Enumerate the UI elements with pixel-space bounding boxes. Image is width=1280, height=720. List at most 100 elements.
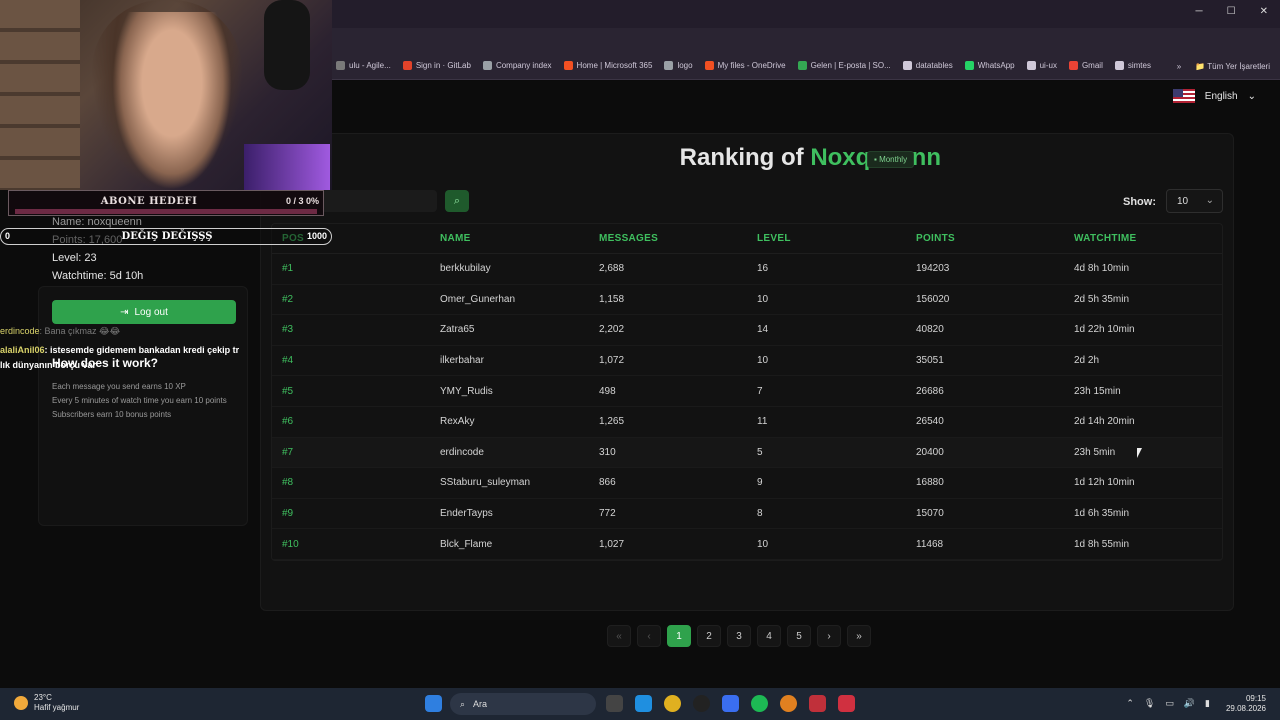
chrome-dev-icon[interactable] [780,695,797,712]
col-watchtime[interactable]: WATCHTIME [1074,233,1234,244]
cell-watchtime: 1d 22h 10min [1074,324,1135,336]
search-button[interactable]: ⌕ [445,190,469,212]
cell-pos: #3 [282,324,294,336]
cell-messages: 866 [599,477,616,489]
cell-points: 15070 [916,508,944,520]
cell-name[interactable]: RexAky [440,416,599,427]
vscode-icon[interactable] [722,695,739,712]
bookmark-item[interactable]: My files - OneDrive [704,61,786,70]
cell-name[interactable]: berkkubilay [440,263,599,274]
mic-icon[interactable]: 🎙 [1144,698,1155,709]
next-page-button[interactable]: › [817,625,841,647]
col-points[interactable]: POINTS [916,233,1074,244]
start-icon[interactable] [425,695,442,712]
battery-icon[interactable]: ▮ [1205,698,1210,709]
page-button-1[interactable]: 1 [667,625,691,647]
minimize-button[interactable]: ─ [1196,6,1203,17]
prev-page-button[interactable]: ‹ [637,625,661,647]
table-row: #3 Zatra65 2,202 14 40820 1d 22h 10min [272,315,1222,346]
period-badge: ▪ Monthly [867,151,915,168]
cell-name[interactable]: ilkerbahar [440,355,599,366]
page-size-select[interactable]: 10 ⌄ [1166,189,1223,213]
cell-name[interactable]: Omer_Gunerhan [440,294,599,305]
bookmark-item[interactable]: Sign in · GitLab [402,61,471,70]
page-button-3[interactable]: 3 [727,625,751,647]
weather-desc: Hafif yağmur [34,703,80,712]
taskbar-search[interactable]: ⌕ Ara [450,693,596,715]
taskbar-apps [425,695,442,712]
page-button-5[interactable]: 5 [787,625,811,647]
page-button-2[interactable]: 2 [697,625,721,647]
more-bookmarks-button[interactable]: » [1177,62,1181,71]
table-row: #2 Omer_Gunerhan 1,158 10 156020 2d 5h 35min [272,285,1222,316]
cell-messages: 772 [599,508,616,520]
page-button-4[interactable]: 4 [757,625,781,647]
cell-name[interactable]: Zatra65 [440,324,599,335]
ranking-table: POS NAME MESSAGES LEVEL POINTS WATCHTIME… [271,223,1223,561]
bookmark-label: simtes [1127,61,1151,70]
first-page-button[interactable]: « [607,625,631,647]
logout-button[interactable]: ⇥ Log out [52,300,236,324]
page-title: Ranking of Noxqueenn [261,144,941,172]
cell-points: 40820 [916,324,944,336]
bookmark-icon [664,61,674,70]
bookmark-item[interactable]: ui-ux [1026,61,1057,70]
clock[interactable]: 09:15 29.08.2026 [1226,694,1266,714]
bookmark-label: Sign in · GitLab [415,61,471,70]
bookmark-item[interactable]: Company index [482,61,552,70]
search-input[interactable] [321,190,437,212]
col-level[interactable]: LEVEL [757,233,916,244]
bookmark-label: ui-ux [1039,61,1057,70]
table-body: #1 berkkubilay 2,688 16 194203 4d 8h 10min #2 O… [272,254,1222,560]
table-row: #1 berkkubilay 2,688 16 194203 4d 8h 10min [272,254,1222,285]
bookmark-item[interactable]: logo [664,61,693,70]
clock-date: 29.08.2026 [1225,704,1266,713]
bookmark-icon [902,61,912,70]
bookmark-item[interactable]: Home | Microsoft 365 [563,61,652,70]
all-bookmarks[interactable]: 📁 Tüm Yer İşaretleri [1195,62,1270,71]
weather-widget[interactable]: 23°C Hafif yağmur [14,693,79,713]
bookmark-item[interactable]: datatables [902,61,953,70]
cell-pos: #6 [282,416,294,428]
cell-watchtime: 1d 8h 55min [1074,538,1130,550]
bookmark-icon [797,61,807,70]
cell-name[interactable]: EnderTayps [440,508,599,519]
col-messages[interactable]: MESSAGES [599,233,757,244]
chevron-up-icon[interactable]: ⌃ [1126,698,1134,709]
task-view-icon[interactable] [606,695,623,712]
cell-pos: #10 [282,538,299,550]
info-line: Every 5 minutes of watch time you earn 1… [52,396,227,405]
last-page-button[interactable]: » [847,625,871,647]
app-red-icon[interactable] [809,695,826,712]
app-red2-icon[interactable] [838,695,855,712]
cell-name[interactable]: Blck_Flame [440,539,599,550]
chrome-icon[interactable] [664,695,681,712]
bookmark-label: My files - OneDrive [717,61,786,70]
table-row: #6 RexAky 1,265 11 26540 2d 14h 20min [272,407,1222,438]
close-button[interactable]: ✕ [1260,6,1268,17]
bookmark-item[interactable]: ulu - Agile... [336,61,391,70]
logout-icon: ⇥ [120,306,129,318]
language-selector[interactable]: English ⌄ [1172,89,1256,103]
cell-name[interactable]: erdincode [440,447,599,458]
cell-level: 14 [757,324,769,336]
cell-pos: #2 [282,293,294,305]
bookmark-item[interactable]: simtes [1114,61,1151,70]
github-icon[interactable] [693,695,710,712]
bookmark-item[interactable]: WhatsApp [964,61,1015,70]
profile-level: Level: 23 [52,252,97,264]
store-icon[interactable] [635,695,652,712]
sub-goal-title: ABONE HEDEFI [100,196,198,207]
spotify-icon[interactable] [751,695,768,712]
maximize-button[interactable]: ☐ [1227,6,1236,17]
bookmark-icon [482,61,492,70]
bookmark-item[interactable]: Gmail [1068,61,1103,70]
cell-watchtime: 1d 6h 35min [1074,508,1130,520]
table-header: POS NAME MESSAGES LEVEL POINTS WATCHTIME [272,224,1222,254]
cell-name[interactable]: YMY_Rudis [440,386,599,397]
volume-icon[interactable]: 🔊 [1184,698,1195,709]
col-name[interactable]: NAME [440,233,599,244]
cell-name[interactable]: SStaburu_suleyman [440,477,599,488]
network-icon[interactable]: ▭ [1165,698,1174,709]
bookmark-item[interactable]: Gelen | E-posta | SO... [797,61,891,70]
